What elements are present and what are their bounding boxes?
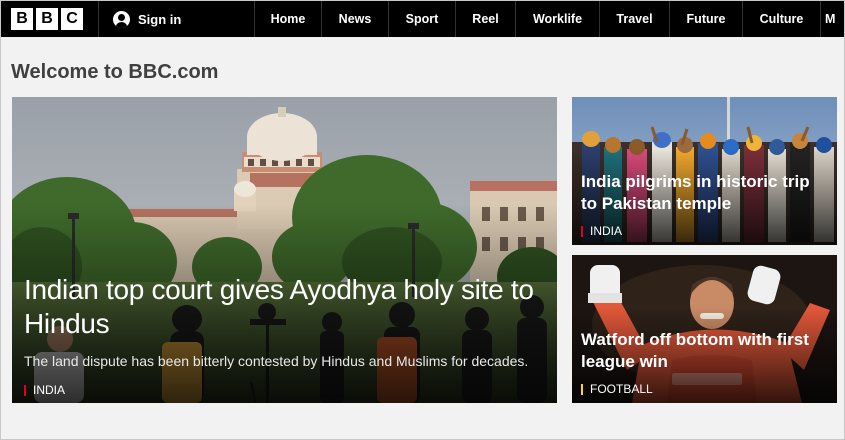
nav-item-culture[interactable]: Culture [743, 1, 821, 37]
main-story-title[interactable]: Indian top court gives Ayodhya holy site… [24, 273, 543, 341]
watford-text: Watford off bottom with first league win… [581, 329, 823, 396]
watford-tag-label: FOOTBALL [590, 382, 653, 396]
nav-item-travel[interactable]: Travel [600, 1, 670, 37]
sign-in-button[interactable]: Sign in [99, 1, 255, 37]
story-card-watford[interactable]: Watford off bottom with first league win… [572, 255, 837, 403]
main-story-summary: The land dispute has been bitterly conte… [24, 353, 529, 369]
main-story-tag-label: INDIA [33, 383, 66, 397]
nav-item-worklife[interactable]: Worklife [516, 1, 600, 37]
tag-bar [581, 225, 583, 237]
watford-title[interactable]: Watford off bottom with first league win [581, 329, 823, 373]
logo-letter-c: C [61, 8, 83, 30]
top-nav: B B C Sign in Home News Sport Reel Workl… [1, 1, 844, 37]
bbc-logo[interactable]: B B C [1, 1, 99, 37]
tag-bar [24, 384, 26, 396]
tag-bar [581, 383, 583, 395]
nav-item-future[interactable]: Future [670, 1, 743, 37]
nav-item-more[interactable]: M [821, 1, 841, 37]
nav-item-news[interactable]: News [322, 1, 389, 37]
nav-item-sport[interactable]: Sport [389, 1, 456, 37]
nav-item-reel[interactable]: Reel [456, 1, 516, 37]
main-story-tag[interactable]: INDIA [24, 383, 543, 397]
watford-tag[interactable]: FOOTBALL [581, 382, 823, 396]
main-story-card[interactable]: Indian top court gives Ayodhya holy site… [12, 97, 557, 403]
story-card-pilgrims[interactable]: India pilgrims in historic trip to Pakis… [572, 97, 837, 245]
main-story-text: Indian top court gives Ayodhya holy site… [24, 273, 543, 397]
logo-letter-b2: B [36, 8, 58, 30]
page-frame: B B C Sign in Home News Sport Reel Workl… [0, 0, 845, 440]
welcome-heading: Welcome to BBC.com [11, 61, 219, 83]
pilgrims-tag-label: INDIA [590, 224, 623, 238]
logo-letter-b1: B [11, 8, 33, 30]
pilgrims-title[interactable]: India pilgrims in historic trip to Pakis… [581, 171, 823, 215]
pilgrims-tag[interactable]: INDIA [581, 224, 823, 238]
sign-in-label: Sign in [138, 11, 182, 27]
user-icon [113, 10, 130, 28]
nav-items: Home News Sport Reel Worklife Travel Fut… [255, 1, 841, 37]
nav-item-home[interactable]: Home [255, 1, 322, 37]
pilgrims-text: India pilgrims in historic trip to Pakis… [581, 171, 823, 238]
